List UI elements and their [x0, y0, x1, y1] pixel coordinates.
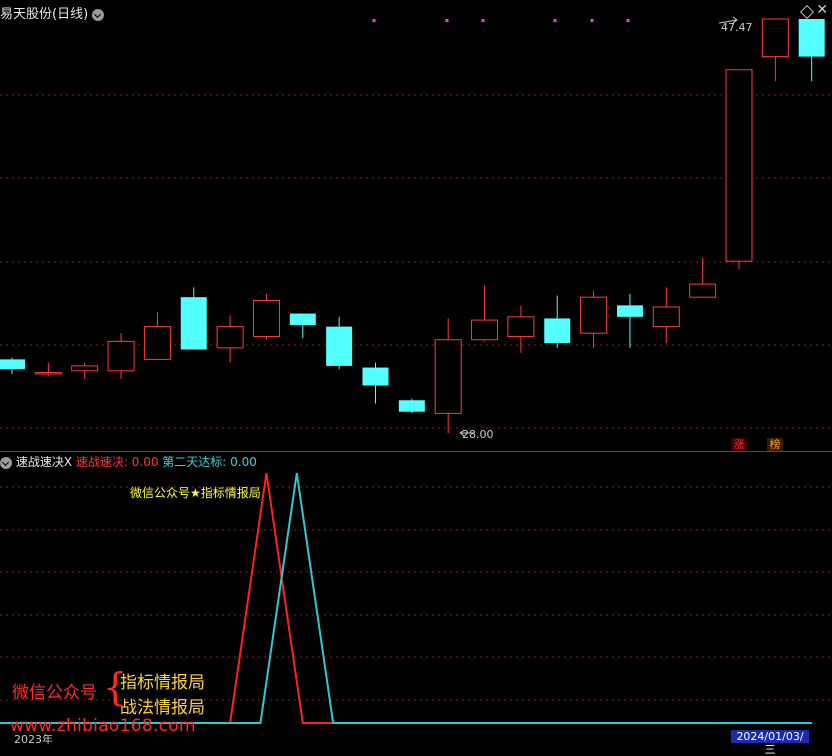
series2-label: 第二天达标: 0.00 — [162, 455, 257, 469]
candle-body — [326, 326, 353, 366]
promo-line-1: 指标情报局 — [120, 673, 205, 693]
candle-body — [216, 326, 244, 349]
indicator-name[interactable]: 速战速决X — [16, 455, 72, 469]
candle-body — [544, 318, 571, 343]
bang-badge[interactable]: 榜 — [767, 438, 783, 452]
promo-line-2: 战法情报局 — [120, 698, 205, 718]
candle-body — [798, 19, 825, 57]
marker-dot — [445, 19, 449, 22]
candle-body — [107, 340, 135, 372]
candle-body — [471, 319, 499, 341]
candle-body — [689, 283, 717, 298]
promo-wechat-label: 微信公众号 — [12, 683, 97, 703]
price-chart — [0, 16, 832, 724]
candle-body — [0, 359, 25, 370]
high-price-label: 47.47 — [721, 21, 753, 34]
candle-body — [71, 365, 99, 372]
panel-divider[interactable] — [0, 451, 832, 452]
indicator-header: 速战速决X 速战速决: 0.00 第二天达标: 0.00 — [0, 453, 257, 470]
candle-body — [616, 305, 643, 317]
candle-body — [143, 326, 171, 360]
candle-body — [761, 18, 789, 58]
marker-dot — [553, 19, 557, 22]
chevron-down-icon[interactable] — [0, 456, 12, 469]
candle-body — [362, 367, 389, 386]
indicator-watermark: 微信公众号★指标情报局 — [130, 486, 261, 500]
candle-body — [725, 69, 753, 262]
zhang-badge[interactable]: 涨 — [731, 438, 747, 452]
candle-body — [34, 371, 62, 375]
date-cursor-label: 2024/01/03/三 — [731, 730, 809, 756]
candle-body — [252, 299, 280, 337]
series1-label: 速战速决: 0.00 — [75, 455, 159, 469]
year-label: 2023年 — [14, 733, 53, 746]
candle-body — [652, 306, 680, 328]
low-price-label: 28.00 — [462, 428, 494, 441]
candle-body — [507, 316, 535, 337]
marker-dot — [372, 19, 376, 22]
marker-dot — [626, 19, 630, 22]
candle-body — [398, 400, 425, 412]
candle-body — [434, 339, 462, 414]
marker-dot — [481, 19, 485, 22]
candle-body — [180, 297, 207, 350]
marker-dot — [590, 19, 594, 22]
candle-body — [289, 313, 316, 325]
candle-body — [580, 296, 608, 334]
